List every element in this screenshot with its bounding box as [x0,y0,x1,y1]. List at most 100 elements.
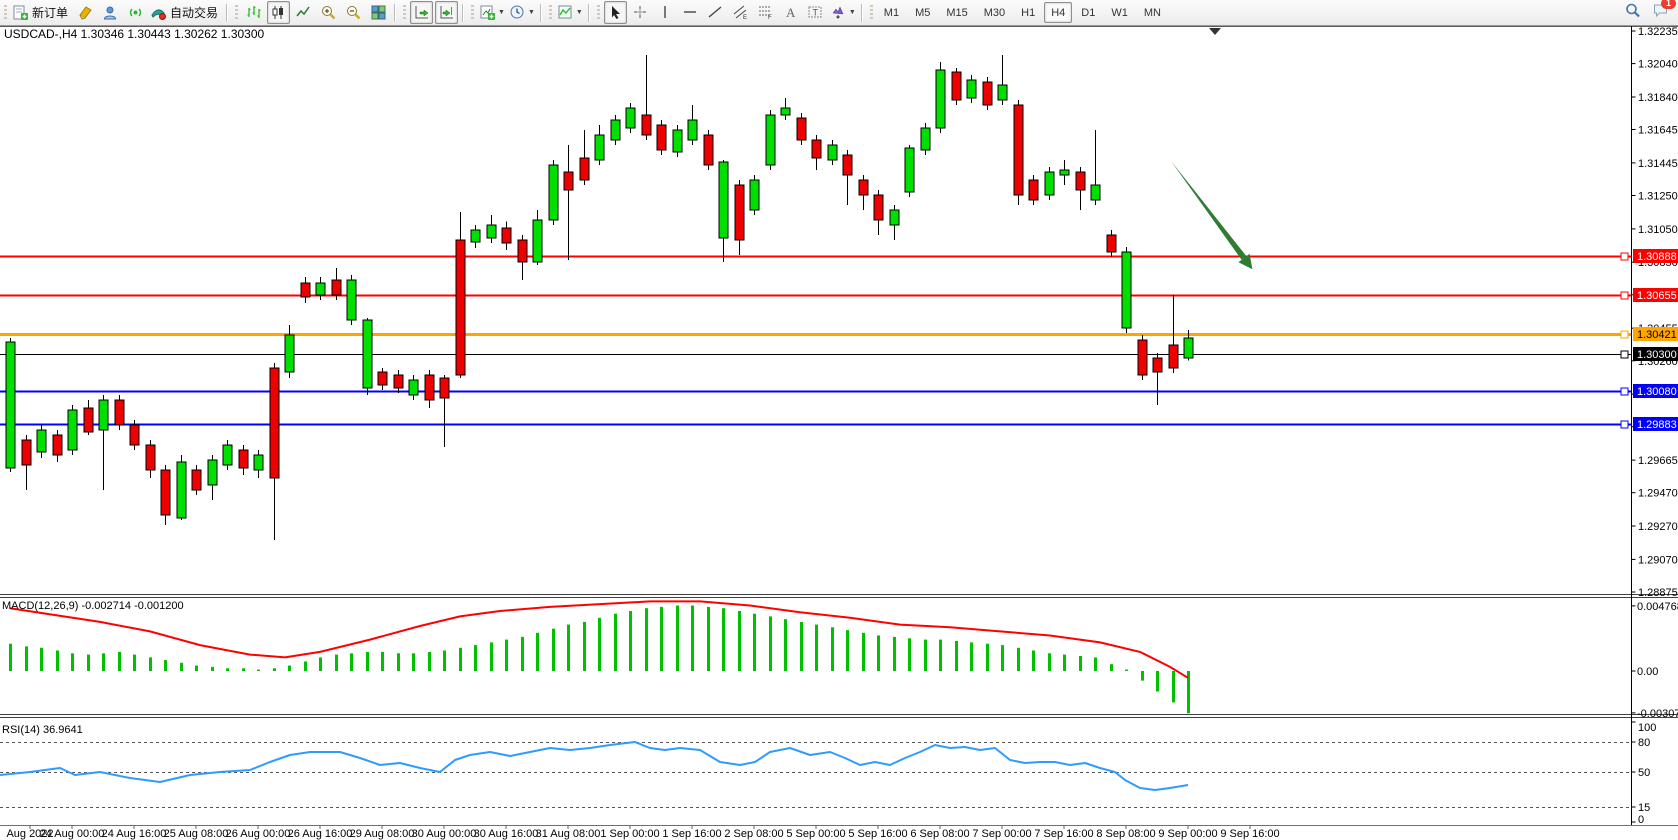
candle-body [781,108,790,115]
macd-bar [304,662,307,672]
timeframe-button-d1[interactable]: D1 [1074,2,1102,23]
svg-text:50: 50 [1638,767,1650,779]
macd-bar [707,607,710,671]
macd-bar [660,607,663,671]
candle-body [967,80,976,98]
candle-body [1138,340,1147,375]
candle-body [626,108,635,128]
auto-trading-button-label: 自动交易 [170,4,218,21]
new-order-icon [12,4,29,21]
dropdown-arrow-icon: ▼ [498,9,505,16]
crosshair-button[interactable] [629,1,652,24]
svg-text:24 Aug 00:00: 24 Aug 00:00 [40,828,105,840]
candle-body [177,462,186,518]
tile-windows-button[interactable] [367,1,390,24]
auto-scroll-button[interactable] [410,1,433,24]
macd-bar [350,653,353,671]
svg-text:25 Aug 08:00: 25 Aug 08:00 [164,828,229,840]
toolbar-separator [462,4,464,22]
candle-body [1014,105,1023,195]
candle-body [595,135,604,160]
arrows-button[interactable]: ▼ [829,1,857,24]
toolbar-separator [540,4,542,22]
search-button[interactable] [1624,2,1642,24]
svg-text:USDCAD-,H4 1.30346 1.30443 1.: USDCAD-,H4 1.30346 1.30443 1.30262 1.303… [4,27,265,41]
line-chart-button[interactable] [292,1,315,24]
candle-body [549,165,558,220]
timeframe-button-w1[interactable]: W1 [1104,2,1135,23]
bar-chart-button[interactable] [242,1,265,24]
svg-text:6 Sep 08:00: 6 Sep 08:00 [910,828,969,840]
svg-text:80: 80 [1638,737,1650,749]
text-button[interactable]: A [779,1,802,24]
profiles-button[interactable]: ▼ [508,1,536,24]
zoom-in-button[interactable] [317,1,340,24]
macd-bar [738,611,741,671]
candle-body [208,460,217,485]
candle-body [611,120,620,140]
svg-text:31 Aug 08:00: 31 Aug 08:00 [536,828,601,840]
candle-body [1107,235,1116,252]
vertical-line-button[interactable] [654,1,677,24]
candle-body [1029,180,1038,200]
candle-body [704,135,713,165]
candle-body [1091,185,1100,200]
candle-body [1153,358,1162,372]
macd-bar [800,622,803,671]
toolbar-separator [226,4,228,22]
community-icon [102,4,119,21]
macd-bar [474,645,477,671]
metaeditor-button[interactable] [74,1,97,24]
candle-body [22,440,31,465]
macd-bar [195,666,198,672]
candle-body [394,375,403,388]
svg-text:MACD(12,26,9) -0.002714 -0.001: MACD(12,26,9) -0.002714 -0.001200 [2,600,184,612]
macd-bar [970,642,973,671]
candle-body [254,455,263,470]
new-chart-button[interactable]: ▼ [478,1,506,24]
timeframe-button-m1[interactable]: M1 [877,2,906,23]
notifications-button[interactable]: 1 [1652,2,1670,24]
text-label-icon: T [807,4,824,21]
candle-body [688,120,697,140]
horizontal-line-button[interactable] [679,1,702,24]
timeframe-button-h4[interactable]: H4 [1044,2,1072,23]
text-label-button[interactable]: T [804,1,827,24]
zoom-in-icon [320,4,337,21]
svg-text:26 Aug 16:00: 26 Aug 16:00 [288,828,353,840]
equidistant-channel-button[interactable]: E [729,1,752,24]
chart-shift-button[interactable] [435,1,458,24]
candle-body [409,380,418,395]
zoom-out-button[interactable] [342,1,365,24]
macd-bar [1017,648,1020,671]
macd-bar [1110,664,1113,671]
auto-trading-button[interactable]: 自动交易 [149,1,222,24]
signals-button[interactable] [124,1,147,24]
indicators-button[interactable]: ▼ [556,1,584,24]
zoom-out-icon [345,4,362,21]
trading-chart[interactable]: MACD(12,26,9) -0.002714 -0.001200RSI(14)… [0,0,1678,840]
macd-bar [893,637,896,671]
fibonacci-button[interactable]: F [754,1,777,24]
cursor-button[interactable] [604,1,627,24]
candle-body [983,82,992,105]
timeframe-button-mn[interactable]: MN [1137,2,1168,23]
svg-text:100: 100 [1638,722,1656,734]
candlestick-chart-button[interactable] [267,1,290,24]
toolbar-grip [597,5,600,21]
timeframe-button-m30[interactable]: M30 [977,2,1012,23]
timeframe-button-m5[interactable]: M5 [908,2,937,23]
new-order-button[interactable]: 新订单 [11,1,72,24]
community-button[interactable] [99,1,122,24]
svg-text:1.29665: 1.29665 [1638,455,1678,467]
candle-body [564,172,573,190]
candle-body [673,130,682,152]
candle-body [161,470,170,515]
svg-text:1.30888: 1.30888 [1637,251,1677,263]
svg-text:8 Sep 08:00: 8 Sep 08:00 [1096,828,1155,840]
timeframe-button-h1[interactable]: H1 [1014,2,1042,23]
time-axis[interactable]: Aug 202224 Aug 00:0024 Aug 16:0025 Aug 0… [6,825,1279,840]
trendline-button[interactable] [704,1,727,24]
candle-body [890,210,899,225]
timeframe-button-m15[interactable]: M15 [939,2,974,23]
